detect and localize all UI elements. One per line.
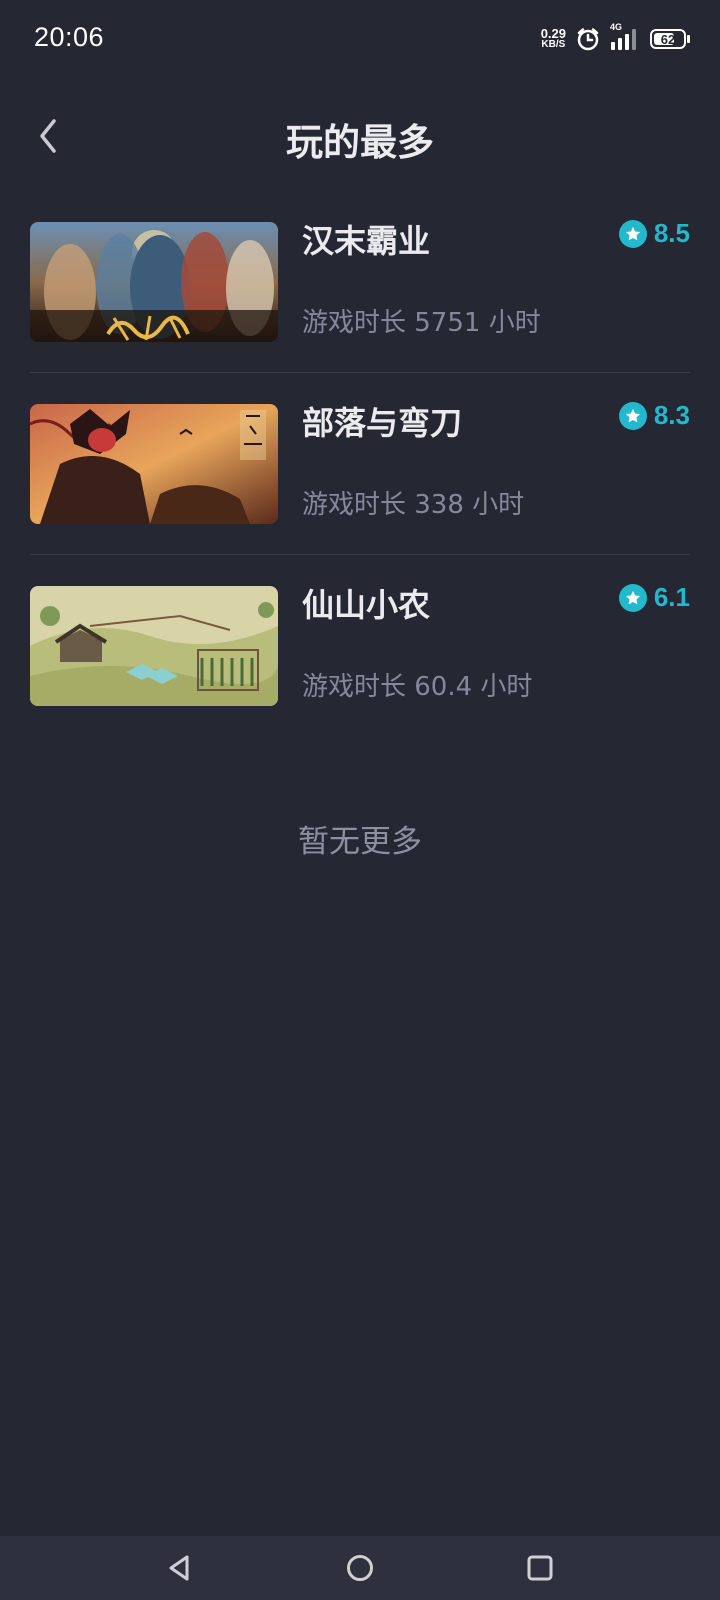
nav-home-icon: [347, 1555, 373, 1581]
nav-recents-icon: [527, 1555, 553, 1581]
game-title: 汉末霸业: [302, 222, 431, 260]
nav-back-button[interactable]: [160, 1548, 200, 1588]
game-list: 汉末霸业 8.5 游戏时长 5751 小时 部落与弯刀 8.3 游戏时长 338…: [30, 216, 690, 762]
battery-level: 62: [660, 31, 676, 47]
rating-value: 6.1: [653, 582, 690, 612]
rating-value: 8.5: [653, 218, 690, 248]
status-time: 20:06: [34, 22, 105, 52]
game-playtime: 游戏时长 5751 小时: [302, 308, 541, 338]
game-rating: 6.1: [618, 582, 690, 613]
header: 玩的最多: [0, 96, 720, 176]
nav-recents-button[interactable]: [520, 1548, 560, 1588]
list-item[interactable]: 部落与弯刀 8.3 游戏时长 338 小时: [30, 398, 690, 580]
battery-icon: 62: [650, 29, 686, 49]
net-speed-value: 0.29: [540, 26, 566, 41]
alarm-icon: [576, 27, 600, 51]
star-icon: [618, 583, 647, 612]
net-speed-unit: KB/S: [541, 39, 566, 50]
divider: [30, 554, 690, 555]
divider: [30, 372, 690, 373]
game-cover-image: [30, 222, 278, 342]
game-rating: 8.3: [618, 400, 690, 431]
nav-home-button[interactable]: [340, 1548, 380, 1588]
list-item[interactable]: 汉末霸业 8.5 游戏时长 5751 小时: [30, 216, 690, 398]
star-icon: [618, 219, 647, 248]
star-icon: [618, 401, 647, 430]
status-icons: 0.29 KB/S 4G 62: [540, 22, 690, 54]
rating-value: 8.3: [653, 400, 690, 430]
signal-icon: 4G: [610, 22, 640, 51]
game-cover-image: [30, 586, 278, 706]
game-title: 部落与弯刀: [302, 404, 463, 442]
net-speed: 0.29 KB/S: [540, 26, 566, 50]
game-cover-image: [30, 404, 278, 524]
game-rating: 8.5: [618, 218, 690, 249]
battery-tip: [687, 35, 690, 43]
navigation-bar: [0, 1536, 720, 1600]
no-more-text: 暂无更多: [298, 824, 422, 860]
status-bar: 20:06 0.29 KB/S 4G 62: [0, 0, 720, 80]
list-item[interactable]: 仙山小农 6.1 游戏时长 60.4 小时: [30, 580, 690, 762]
game-playtime: 游戏时长 338 小时: [302, 490, 525, 520]
network-type-label: 4G: [610, 22, 623, 32]
nav-back-icon: [169, 1555, 189, 1581]
page-title: 玩的最多: [286, 121, 434, 164]
game-title: 仙山小农: [302, 586, 431, 624]
game-playtime: 游戏时长 60.4 小时: [302, 672, 533, 702]
